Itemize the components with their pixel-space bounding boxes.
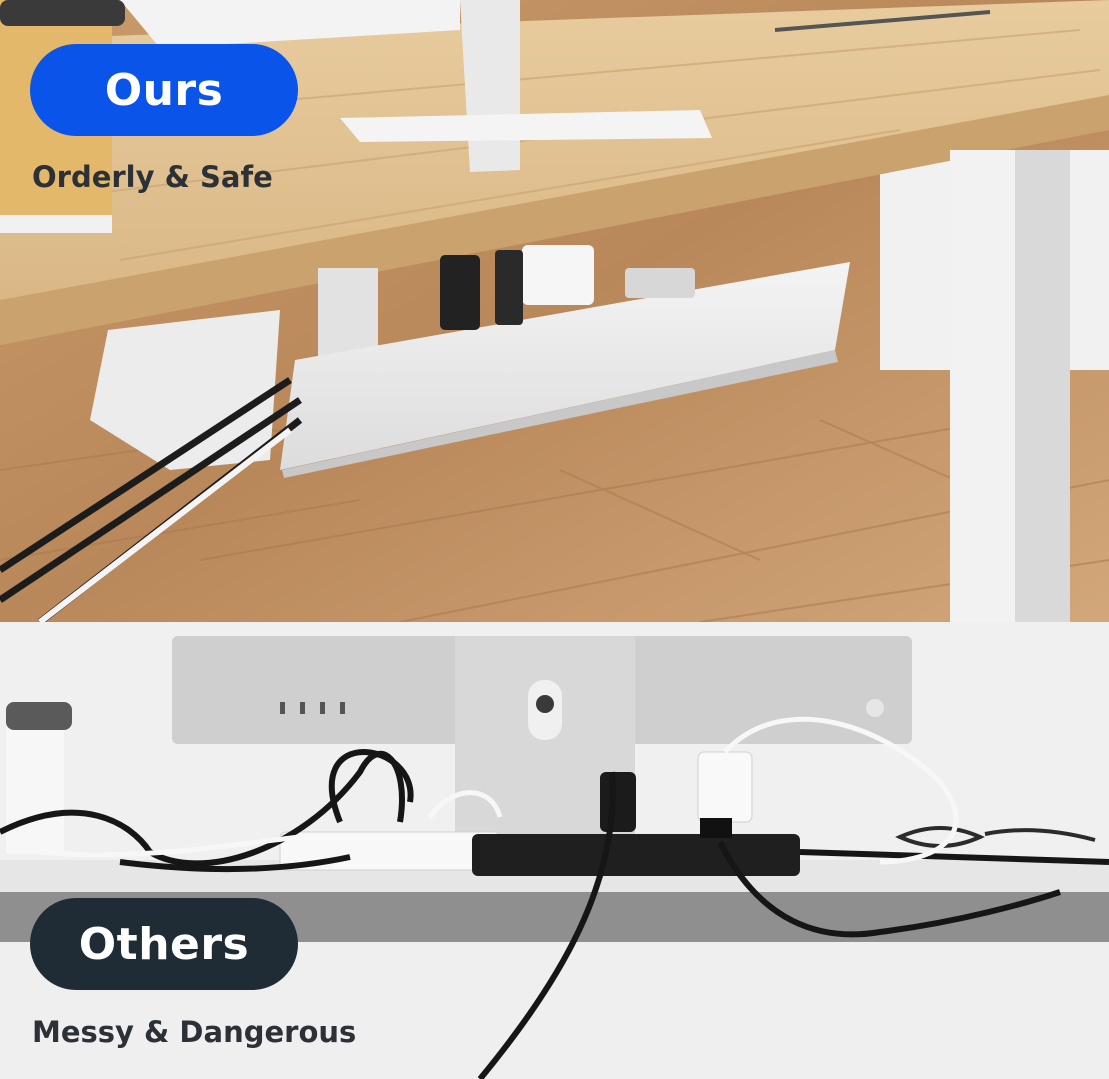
messy-desk-photo — [0, 622, 1109, 1079]
others-badge-label: Others — [78, 918, 250, 970]
ours-badge: Ours — [30, 44, 298, 136]
others-photo-panel: Others Messy & Dangerous — [0, 622, 1109, 1079]
others-caption: Messy & Dangerous — [32, 1015, 357, 1049]
ours-photo-panel: Ours Orderly & Safe — [0, 0, 1109, 622]
others-badge: Others — [30, 898, 298, 990]
ours-caption: Orderly & Safe — [32, 160, 273, 194]
ours-badge-label: Ours — [104, 64, 224, 116]
